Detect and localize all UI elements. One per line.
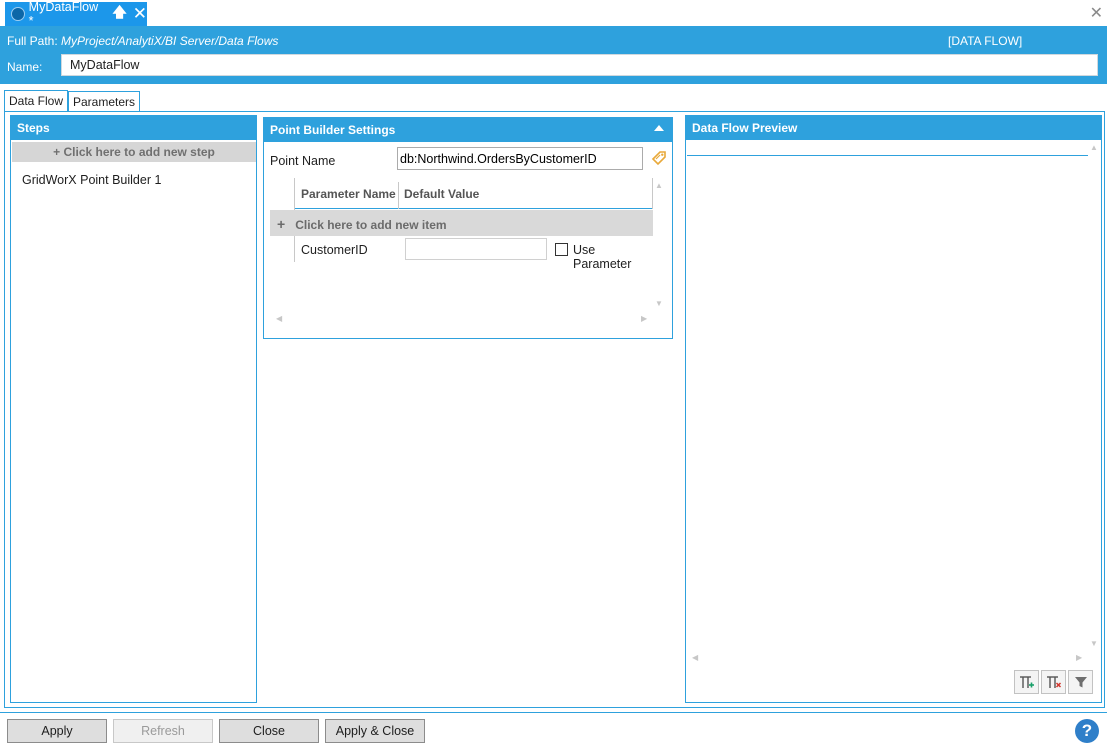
grid-divider	[294, 178, 295, 210]
apply-and-close-button[interactable]: Apply & Close	[325, 719, 425, 743]
use-parameter-checkbox[interactable]	[555, 243, 568, 256]
document-tab-strip	[0, 0, 1107, 26]
add-item-row[interactable]: + Click here to add new item	[270, 210, 653, 236]
preview-panel-title: Data Flow Preview	[686, 116, 1101, 140]
point-builder-settings-panel: Point Builder Settings Point Name Parame…	[263, 117, 673, 339]
scroll-left-icon[interactable]: ◀	[276, 314, 282, 323]
point-name-input[interactable]	[397, 147, 643, 170]
steps-panel: Steps + Click here to add new step GridW…	[10, 115, 257, 703]
object-type-label: [DATA FLOW]	[948, 34, 1023, 48]
full-path-value: MyProject/AnalytiX/BI Server/Data Flows	[61, 34, 279, 48]
add-step-button[interactable]: + Click here to add new step	[12, 142, 256, 162]
preview-grid-header-line	[687, 155, 1088, 156]
tag-browse-icon[interactable]	[651, 150, 667, 166]
row-divider	[294, 236, 295, 262]
refresh-button[interactable]: Refresh	[113, 719, 213, 743]
name-label: Name:	[7, 60, 43, 74]
window-close-icon[interactable]: ✕	[1090, 3, 1103, 23]
scroll-right-icon[interactable]: ▶	[1076, 653, 1082, 662]
pin-up-icon[interactable]: 🡅	[112, 2, 126, 26]
default-value-input[interactable]	[405, 238, 547, 260]
add-item-label: Click here to add new item	[295, 218, 447, 232]
step-list-item[interactable]: GridWorX Point Builder 1	[22, 173, 161, 187]
close-icon[interactable]: ✕	[133, 4, 147, 24]
tab-parameters[interactable]: Parameters	[68, 91, 141, 111]
point-name-label: Point Name	[270, 154, 336, 168]
column-header-parameter-name[interactable]: Parameter Name	[301, 187, 396, 201]
scroll-down-icon[interactable]: ▼	[655, 299, 663, 308]
scroll-up-icon[interactable]: ▲	[655, 181, 663, 190]
scroll-up-icon[interactable]: ▲	[1090, 143, 1098, 152]
settings-panel-title: Point Builder Settings	[264, 118, 672, 142]
scroll-left-icon[interactable]: ◀	[692, 653, 698, 662]
scroll-right-icon[interactable]: ▶	[641, 314, 647, 323]
tab-data-flow[interactable]: Data Flow	[4, 90, 69, 111]
name-input[interactable]	[61, 54, 1098, 76]
document-tab[interactable]: MyDataFlow * 🡅 ✕	[5, 0, 147, 28]
collapse-arrow-icon[interactable]	[654, 125, 664, 131]
parameters-grid: Parameter Name Default Value + Click here…	[270, 178, 663, 328]
help-icon[interactable]: ?	[1075, 719, 1099, 743]
parameter-name-cell[interactable]: CustomerID	[301, 243, 368, 257]
filter-icon[interactable]	[1068, 670, 1093, 694]
steps-panel-title: Steps	[11, 116, 256, 140]
apply-button[interactable]: Apply	[7, 719, 107, 743]
scroll-down-icon[interactable]: ▼	[1090, 639, 1098, 648]
plus-icon: +	[277, 216, 286, 232]
remove-column-icon[interactable]	[1041, 670, 1066, 694]
close-button[interactable]: Close	[219, 719, 319, 743]
add-column-icon[interactable]	[1014, 670, 1039, 694]
full-path-label: Full Path:	[7, 34, 58, 48]
dataflow-doc-icon	[11, 7, 25, 21]
column-header-default-value[interactable]: Default Value	[404, 187, 479, 201]
properties-header: Full Path: MyProject/AnalytiX/BI Server/…	[0, 26, 1107, 84]
footer-divider	[0, 712, 1107, 713]
use-parameter-label: Use Parameter	[573, 243, 632, 271]
grid-divider	[652, 178, 653, 209]
document-tab-title: MyDataFlow *	[28, 0, 99, 28]
data-flow-preview-panel: Data Flow Preview ▲ ▼ ◀ ▶	[685, 115, 1102, 703]
column-separator	[398, 182, 399, 209]
